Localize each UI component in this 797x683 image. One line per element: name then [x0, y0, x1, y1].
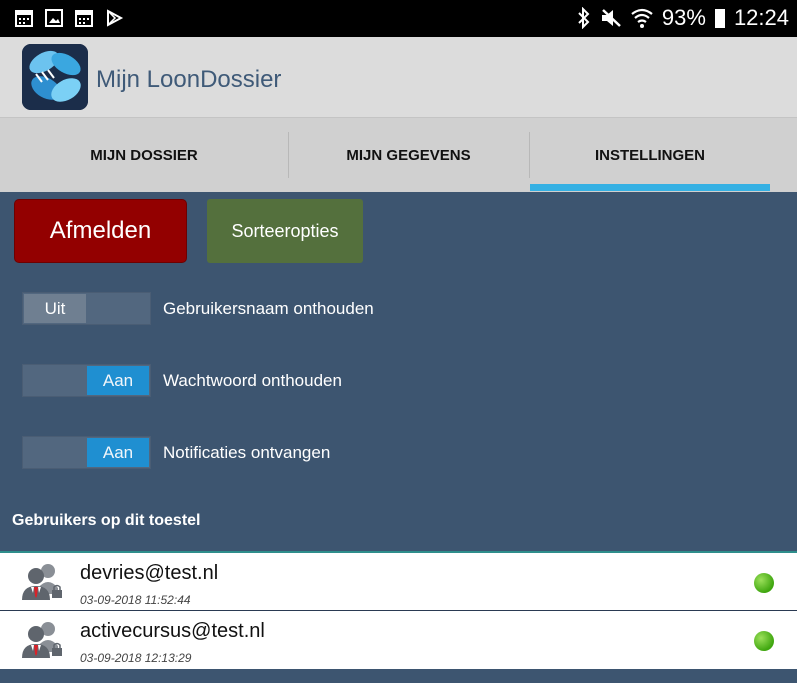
play-store-icon — [107, 9, 124, 27]
battery-percentage: 93% — [661, 5, 706, 30]
app-logo-icon — [22, 44, 88, 110]
tab-mijn-dossier[interactable]: MIJN DOSSIER — [0, 118, 288, 193]
toggle-state: Aan — [87, 438, 149, 467]
tab-instellingen[interactable]: INSTELLINGEN — [530, 118, 770, 193]
user-email: activecursus@test.nl — [80, 620, 265, 642]
tab-bar: MIJN DOSSIER MIJN GEGEVENS INSTELLINGEN — [0, 117, 797, 192]
remember-password-label: Wachtwoord onthouden — [163, 371, 342, 390]
list-item[interactable]: activecursus@test.nl 03-09-2018 12:13:29 — [0, 610, 797, 669]
users-section-title: Gebruikers op dit toestel — [12, 512, 201, 529]
calendar-icon — [75, 10, 93, 27]
status-dot-icon — [754, 573, 774, 593]
receive-notifications-label: Notificaties ontvangen — [163, 443, 331, 462]
calendar-icon — [15, 10, 33, 27]
logout-button[interactable]: Afmelden — [14, 199, 187, 263]
active-tab-indicator — [530, 184, 770, 191]
tab-label: MIJN DOSSIER — [90, 147, 198, 164]
mute-icon — [601, 9, 621, 27]
receive-notifications-toggle[interactable]: Aan — [22, 436, 151, 469]
users-avatar-icon — [22, 622, 62, 658]
remember-username-toggle[interactable]: Uit — [22, 292, 151, 325]
bluetooth-icon — [578, 7, 590, 29]
tab-mijn-gegevens[interactable]: MIJN GEGEVENS — [288, 118, 529, 193]
status-bar-left — [14, 8, 124, 28]
image-icon — [45, 9, 63, 27]
remember-username-label: Gebruikersnaam onthouden — [163, 299, 374, 318]
wifi-icon — [631, 8, 653, 28]
app-title: Mijn LoonDossier — [96, 66, 282, 93]
list-item[interactable]: devries@test.nl 03-09-2018 11:52:44 — [0, 551, 797, 610]
toggle-state: Aan — [87, 366, 149, 395]
tab-label: INSTELLINGEN — [594, 147, 705, 164]
user-last-login: 03-09-2018 11:52:44 — [80, 593, 191, 607]
remember-password-toggle[interactable]: Aan — [22, 364, 151, 397]
users-avatar-icon — [22, 564, 62, 600]
status-dot-icon — [754, 631, 774, 651]
toggle-state: Uit — [24, 294, 86, 323]
status-bar: 93% 12:24 — [0, 0, 797, 37]
clock: 12:24 — [733, 5, 789, 30]
user-email: devries@test.nl — [80, 562, 219, 584]
status-bar-right: 93% 12:24 — [576, 5, 789, 31]
app-bar: Mijn LoonDossier — [0, 37, 797, 117]
battery-icon — [714, 9, 725, 28]
user-last-login: 03-09-2018 12:13:29 — [80, 651, 192, 665]
users-list: devries@test.nl 03-09-2018 11:52:44 acti… — [0, 551, 797, 669]
tab-label: MIJN GEGEVENS — [346, 147, 471, 164]
sort-options-button[interactable]: Sorteeropties — [207, 199, 363, 263]
